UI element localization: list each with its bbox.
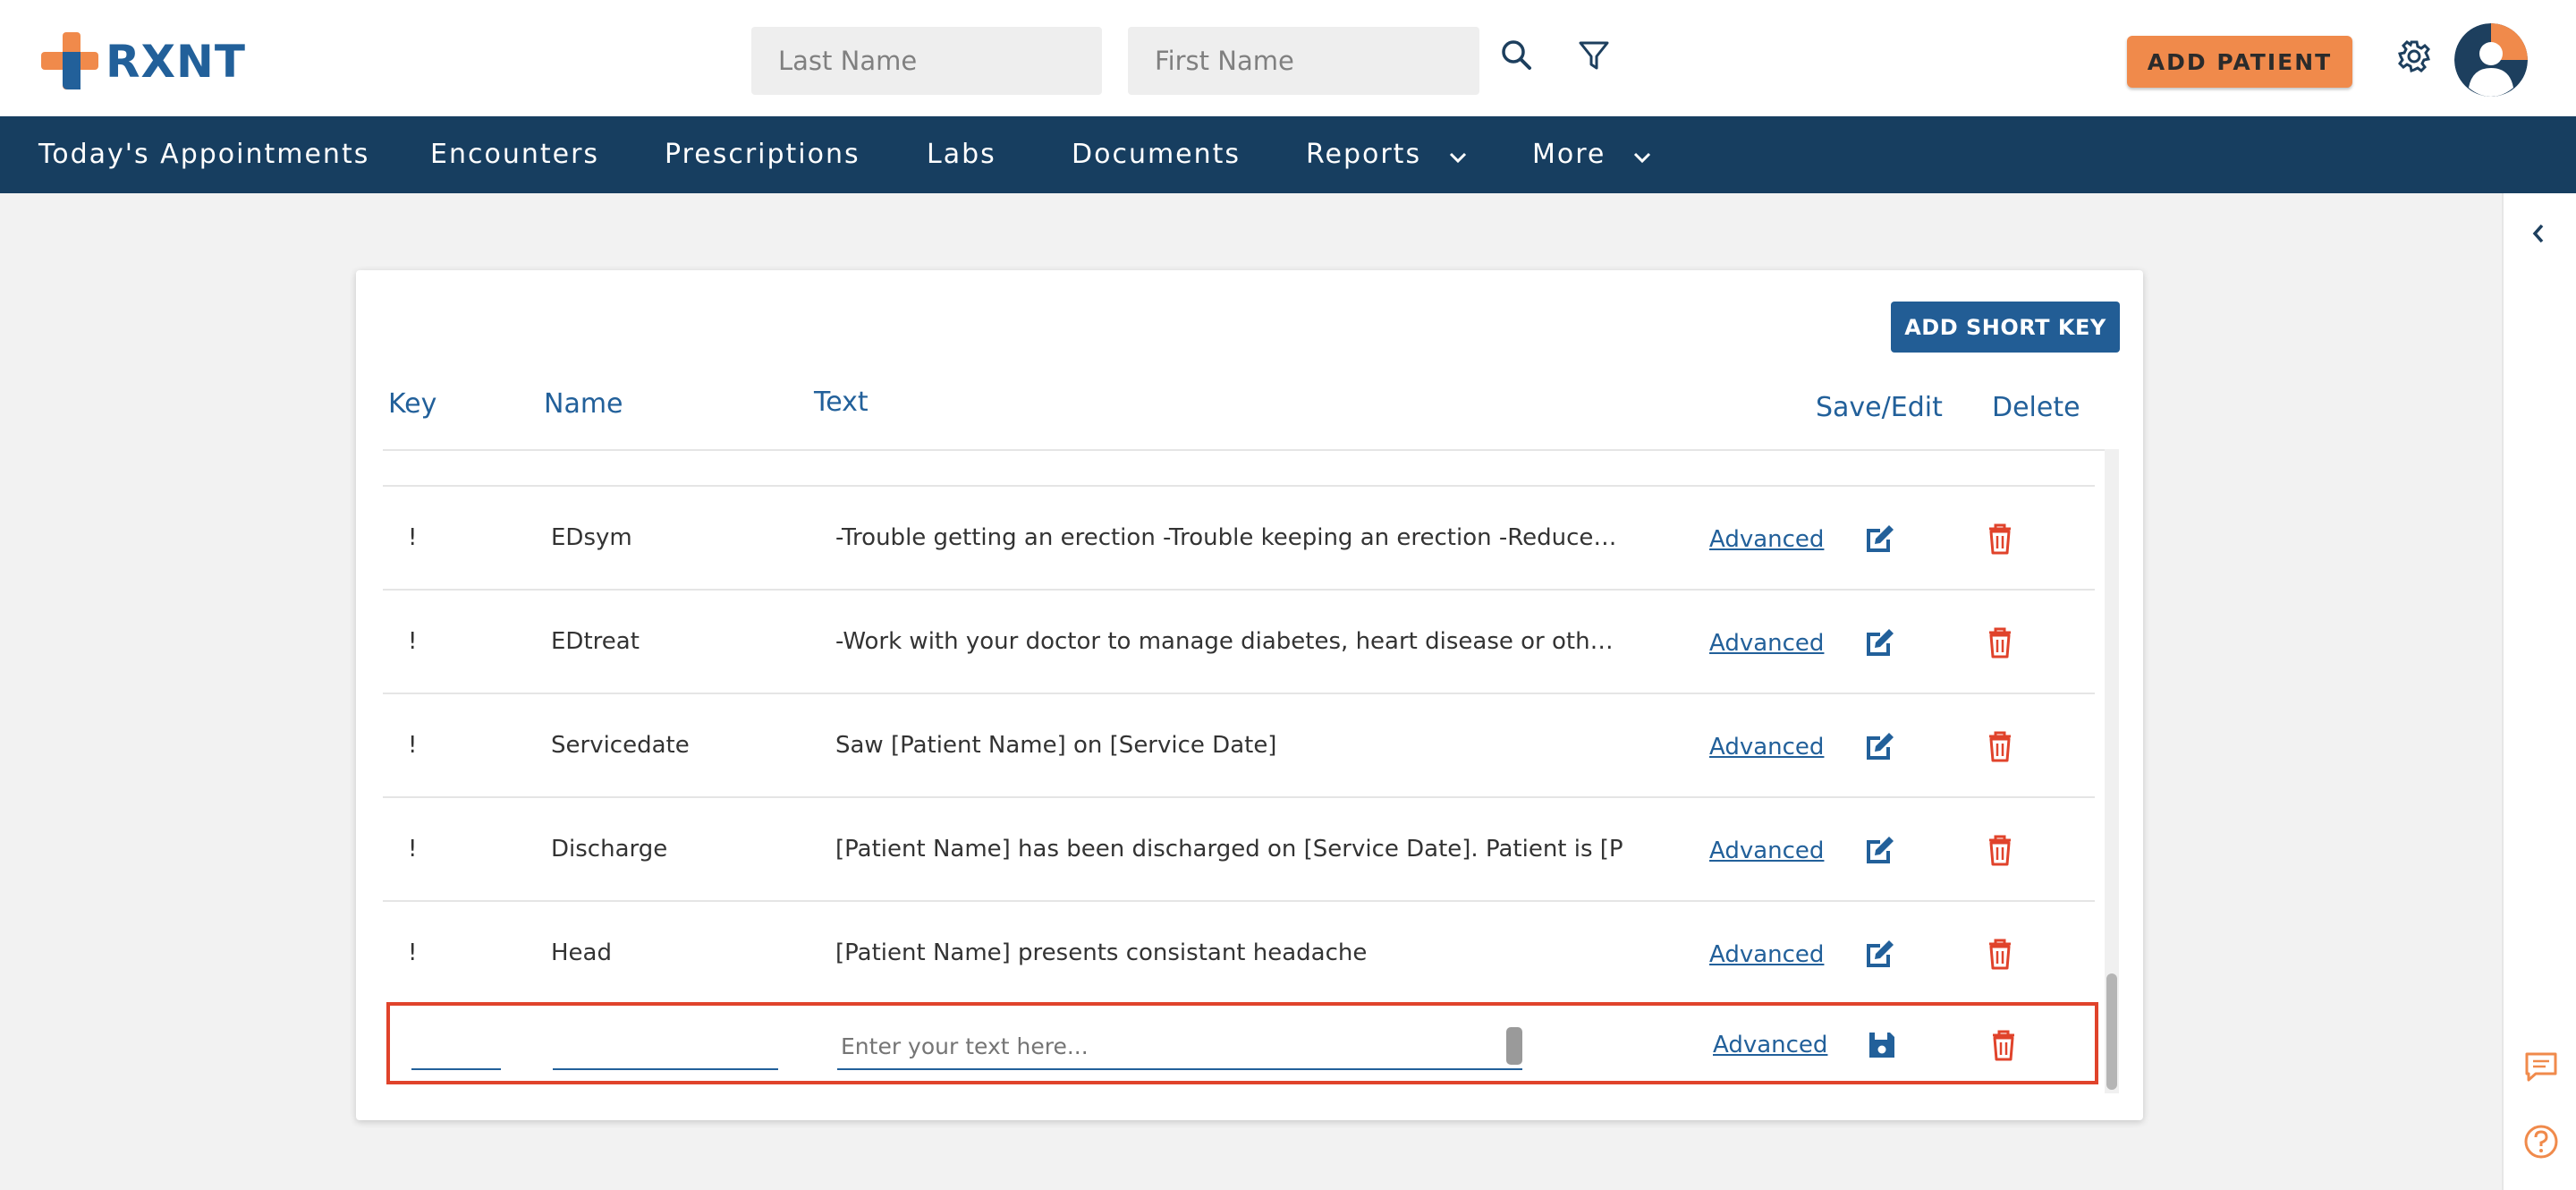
row-name: Discharge	[551, 836, 668, 863]
trash-icon[interactable]	[1986, 1027, 2021, 1063]
table-row: ! EDsym -Trouble getting an erection -Tr…	[383, 485, 2095, 589]
new-short-key-row: Advanced	[386, 1002, 2098, 1084]
row-text: [Patient Name] has been discharged on [S…	[835, 836, 1623, 863]
search-icon[interactable]	[1497, 36, 1538, 77]
advanced-link[interactable]: Advanced	[1709, 902, 1824, 1006]
nav-label: Prescriptions	[665, 139, 860, 170]
help-icon[interactable]	[2523, 1124, 2559, 1163]
row-key: !	[408, 732, 418, 759]
nav-label: Documents	[1072, 139, 1241, 170]
row-key: !	[408, 524, 418, 551]
column-header-text: Text	[814, 387, 869, 418]
edit-icon[interactable]	[1862, 936, 1898, 972]
nav-label: Today's Appointments	[38, 139, 370, 170]
row-key: !	[408, 628, 418, 655]
row-key: !	[408, 939, 418, 966]
chevron-left-icon[interactable]	[2529, 220, 2548, 251]
column-header-name: Name	[544, 388, 623, 420]
chevron-down-icon	[1448, 117, 1468, 194]
row-key: !	[408, 836, 418, 863]
new-name-input[interactable]	[553, 1024, 778, 1070]
edit-icon[interactable]	[1862, 728, 1898, 764]
chat-icon[interactable]	[2523, 1050, 2559, 1086]
advanced-link[interactable]: Advanced	[1713, 1002, 1827, 1084]
scrollbar-thumb[interactable]	[2106, 973, 2117, 1090]
advanced-link[interactable]: Advanced	[1709, 798, 1824, 902]
nav-documents[interactable]: Documents	[1072, 116, 1241, 193]
add-short-key-button[interactable]: ADD SHORT KEY	[1891, 302, 2120, 353]
edit-icon[interactable]	[1862, 625, 1898, 660]
trash-icon[interactable]	[1982, 832, 2018, 868]
advanced-link[interactable]: Advanced	[1709, 487, 1824, 591]
add-patient-button[interactable]: ADD PATIENT	[2127, 36, 2352, 88]
textarea-resize-handle[interactable]	[1506, 1027, 1522, 1065]
row-name: EDsym	[551, 524, 632, 551]
advanced-link[interactable]: Advanced	[1709, 694, 1824, 798]
table-row: ! Servicedate Saw [Patient Name] on [Ser…	[383, 693, 2095, 796]
table-row: ! EDtreat -Work with your doctor to mana…	[383, 589, 2095, 693]
save-icon[interactable]	[1864, 1027, 1900, 1063]
row-text: -Trouble getting an erection -Trouble ke…	[835, 524, 1623, 551]
new-text-input[interactable]	[837, 1024, 1522, 1070]
row-name: Head	[551, 939, 612, 966]
row-name: Servicedate	[551, 732, 690, 759]
top-header: RXNT ADD PATIENT	[0, 0, 2576, 116]
table-row: ! Head [Patient Name] presents consistan…	[383, 900, 2095, 1004]
right-side-rail	[2502, 193, 2576, 1190]
nav-label: Labs	[927, 139, 996, 170]
column-header-key: Key	[388, 388, 437, 420]
nav-more[interactable]: More	[1532, 116, 1652, 193]
advanced-link[interactable]: Advanced	[1709, 591, 1824, 694]
trash-icon[interactable]	[1982, 521, 2018, 557]
gear-icon[interactable]	[2394, 36, 2435, 77]
rxnt-logo[interactable]: RXNT	[41, 30, 246, 93]
table-row: ! Discharge [Patient Name] has been disc…	[383, 796, 2095, 900]
header-divider	[383, 449, 2116, 451]
avatar[interactable]	[2454, 23, 2528, 97]
trash-icon[interactable]	[1982, 625, 2018, 660]
nav-prescriptions[interactable]: Prescriptions	[665, 116, 860, 193]
main-nav: Today's Appointments Encounters Prescrip…	[0, 116, 2576, 193]
filter-icon[interactable]	[1574, 36, 1615, 77]
short-keys-card: ADD SHORT KEY Key Name Text Save/Edit De…	[356, 270, 2143, 1120]
nav-label: Reports	[1306, 139, 1422, 170]
row-text: Saw [Patient Name] on [Service Date]	[835, 732, 1277, 759]
logo-text: RXNT	[106, 36, 247, 88]
logo-cross-icon	[41, 32, 98, 89]
nav-encounters[interactable]: Encounters	[430, 116, 599, 193]
nav-labs[interactable]: Labs	[927, 116, 996, 193]
row-name: EDtreat	[551, 628, 640, 655]
chevron-down-icon	[1632, 117, 1652, 194]
nav-reports[interactable]: Reports	[1306, 116, 1468, 193]
new-key-input[interactable]	[411, 1024, 501, 1070]
trash-icon[interactable]	[1982, 728, 2018, 764]
edit-icon[interactable]	[1862, 521, 1898, 557]
nav-label: More	[1532, 139, 1606, 170]
column-header-save-edit: Save/Edit	[1816, 392, 1943, 423]
first-name-input[interactable]	[1128, 27, 1479, 95]
edit-icon[interactable]	[1862, 832, 1898, 868]
nav-todays-appointments[interactable]: Today's Appointments	[38, 116, 369, 193]
column-header-delete: Delete	[1992, 392, 2080, 423]
trash-icon[interactable]	[1982, 936, 2018, 972]
nav-label: Encounters	[430, 139, 600, 170]
row-text: [Patient Name] presents consistant heada…	[835, 939, 1368, 966]
row-text: -Work with your doctor to manage diabete…	[835, 628, 1623, 655]
last-name-input[interactable]	[751, 27, 1102, 95]
